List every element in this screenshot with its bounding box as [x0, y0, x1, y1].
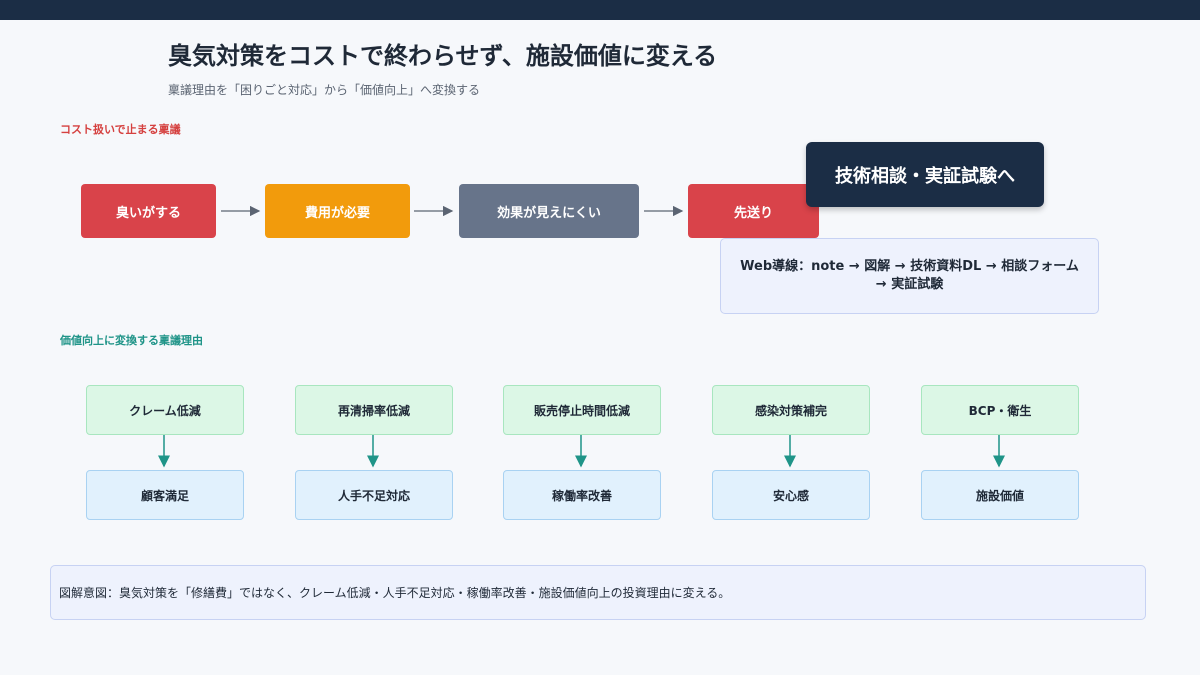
diagram-intent-note: 図解意図：臭気対策を「修繕費」ではなく、クレーム低減・人手不足対応・稼働率改善・… [50, 565, 1146, 620]
